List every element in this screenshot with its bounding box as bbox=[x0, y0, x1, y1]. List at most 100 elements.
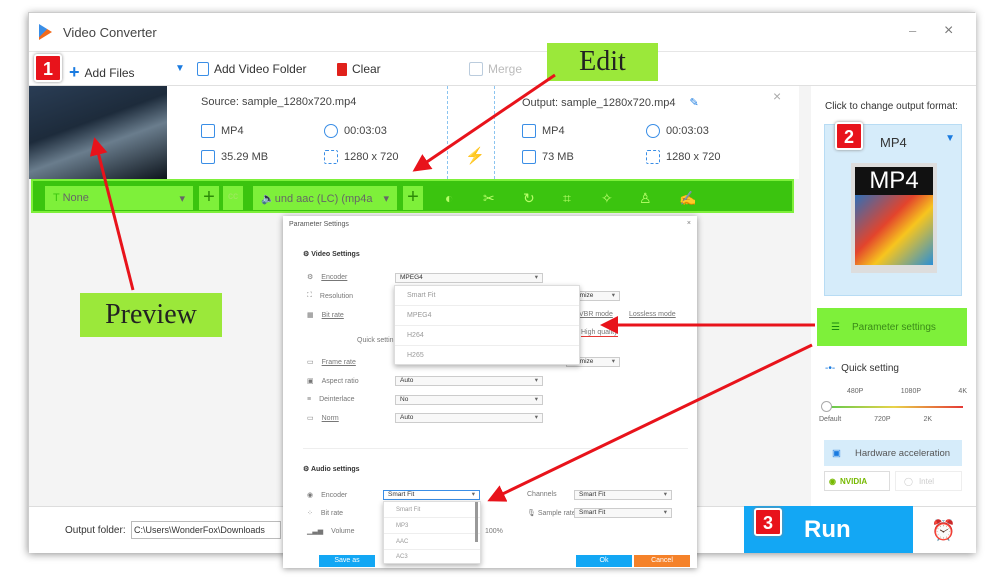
subtitle-select[interactable]: T None ▾ bbox=[45, 186, 193, 210]
aspect-ratio-select[interactable]: Auto bbox=[395, 376, 543, 386]
audio-settings-heading: ⚙ Audio settings bbox=[303, 466, 360, 473]
quick-setting-label: Quick settin bbox=[357, 337, 394, 344]
sample-rate-label: 🎙 Sample rate bbox=[527, 510, 576, 517]
source-duration: 00:03:03 bbox=[324, 124, 387, 138]
vbr-mode-checkbox[interactable]: VBR mode bbox=[579, 311, 613, 318]
microphone-icon: 🎙 bbox=[527, 510, 538, 517]
deinterlace-select[interactable]: No bbox=[395, 395, 543, 405]
mp4-format-icon: MP4 bbox=[851, 163, 937, 273]
add-files-dropdown-icon[interactable]: ▼ bbox=[175, 63, 185, 74]
norm-select[interactable]: Auto bbox=[395, 413, 543, 423]
audio-encoder-select[interactable]: Smart Fit bbox=[383, 490, 480, 500]
add-files-button[interactable]: + Add Files bbox=[69, 62, 135, 83]
video-file-icon bbox=[522, 124, 536, 138]
clock-icon bbox=[324, 124, 338, 138]
tick-480p: 480P bbox=[847, 388, 864, 395]
intel-logo-icon: ◯ bbox=[904, 476, 913, 486]
close-button[interactable]: × bbox=[944, 22, 953, 40]
hardware-acceleration-button[interactable]: ▣ Hardware acceleration bbox=[824, 440, 962, 466]
alarm-clock-icon[interactable]: ⏰ bbox=[931, 518, 956, 543]
step-2-badge: 2 bbox=[835, 122, 863, 150]
source-name: Source: sample_1280x720.mp4 bbox=[201, 96, 357, 108]
high-quality-label: High quality bbox=[581, 329, 618, 337]
encoder-option[interactable]: H265 bbox=[395, 346, 579, 365]
effects-icon[interactable]: ◐ bbox=[445, 190, 453, 206]
title-bar: Video Converter – × bbox=[29, 13, 976, 51]
bitrate-icon: ▦ bbox=[307, 312, 314, 319]
tick-1080p: 1080P bbox=[900, 388, 922, 395]
audio-encoder-option[interactable]: Smart Fit bbox=[384, 502, 480, 518]
add-files-label: Add Files bbox=[84, 65, 135, 80]
encoder-option[interactable]: H264 bbox=[395, 326, 579, 346]
nvidia-logo-icon: ◉ bbox=[829, 476, 836, 486]
toolbar: + Add Files ▼ Add Video Folder Clear Merg… bbox=[29, 51, 976, 86]
video-settings-icon: ⚙ bbox=[303, 251, 312, 258]
audio-track-select[interactable]: 🔈und aac (LC) (mp4a ▾ bbox=[253, 186, 397, 210]
add-audio-button[interactable]: + bbox=[403, 186, 423, 210]
ok-button[interactable]: Ok bbox=[576, 555, 632, 567]
tick-4k: 4K bbox=[958, 388, 967, 395]
plus-icon: + bbox=[69, 62, 80, 82]
text-icon: T bbox=[53, 192, 63, 204]
minimize-button[interactable]: – bbox=[909, 23, 916, 38]
trim-scissors-icon[interactable]: ✂ bbox=[483, 190, 495, 207]
sliders-icon: ☰ bbox=[831, 321, 840, 333]
rotate-icon[interactable]: ↻ bbox=[523, 190, 535, 207]
slider-icon: -•- bbox=[825, 363, 836, 374]
video-preview-thumbnail[interactable] bbox=[29, 86, 167, 179]
step-3-badge: 3 bbox=[754, 508, 782, 536]
encoder-icon: ⚙ bbox=[307, 274, 314, 281]
file-icon bbox=[201, 150, 215, 164]
nvidia-option[interactable]: ◉ NVIDIA bbox=[824, 471, 890, 491]
tick-720p: 720P bbox=[874, 416, 891, 423]
channels-label: Channels bbox=[527, 491, 557, 498]
window-title: Video Converter bbox=[63, 24, 157, 40]
audio-encoder-option[interactable]: AAC bbox=[384, 534, 480, 550]
app-logo-icon bbox=[39, 24, 52, 40]
merge-button[interactable]: Merge bbox=[469, 62, 522, 76]
dropdown-scrollbar[interactable] bbox=[475, 502, 478, 542]
add-video-folder-button[interactable]: Add Video Folder bbox=[197, 62, 307, 76]
save-as-button[interactable]: Save as bbox=[319, 555, 375, 567]
lossless-mode-checkbox[interactable]: Lossless mode bbox=[629, 311, 676, 318]
tick-2k: 2K bbox=[923, 416, 933, 423]
metadata-icon[interactable]: ✍ bbox=[679, 190, 696, 207]
source-resolution: 1280 x 720 bbox=[324, 150, 398, 164]
video-file-icon bbox=[201, 124, 215, 138]
parameter-settings-button[interactable]: ☰ Parameter settings bbox=[817, 308, 967, 346]
slider-handle[interactable] bbox=[821, 401, 832, 412]
audio-encoder-option[interactable]: AC3 bbox=[384, 550, 480, 564]
deinterlace-icon: ≡ bbox=[307, 396, 312, 403]
video-encoder-select[interactable]: MPEG4 bbox=[395, 273, 543, 283]
add-video-folder-label: Add Video Folder bbox=[214, 62, 307, 76]
intel-option[interactable]: ◯ Intel bbox=[895, 471, 962, 491]
clock-icon bbox=[646, 124, 660, 138]
watermark-icon[interactable]: ♙ bbox=[639, 190, 652, 207]
crop-icon[interactable]: ⌗ bbox=[563, 190, 571, 207]
dialog-close-button[interactable]: × bbox=[687, 220, 691, 227]
magic-wand-icon[interactable]: ✧ bbox=[601, 190, 613, 207]
source-format: MP4 bbox=[201, 124, 244, 138]
section-divider bbox=[303, 448, 688, 449]
cancel-button[interactable]: Cancel bbox=[634, 555, 690, 567]
encoder-option[interactable]: Smart Fit bbox=[395, 286, 579, 306]
encoder-label: Encoder bbox=[321, 273, 348, 281]
cc-icon[interactable]: cc bbox=[223, 186, 243, 210]
encoder-option[interactable]: MPEG4 bbox=[395, 306, 579, 326]
quality-slider[interactable] bbox=[825, 406, 963, 408]
sample-rate-select[interactable]: Smart Fit bbox=[574, 508, 672, 518]
output-folder-input[interactable]: C:\Users\WonderFox\Downloads bbox=[131, 521, 281, 539]
output-resolution: 1280 x 720 bbox=[646, 150, 720, 164]
file-icon bbox=[522, 150, 536, 164]
add-subtitle-button[interactable]: + bbox=[199, 186, 219, 210]
audio-encoder-dropdown-menu: Smart Fit MP3 AAC AC3 bbox=[383, 501, 481, 564]
audio-encoder-option[interactable]: MP3 bbox=[384, 518, 480, 534]
parameter-settings-dialog: Parameter Settings × ⚙ Video Settings ⚙ E… bbox=[283, 216, 697, 568]
file-item[interactable]: Source: sample_1280x720.mp4 MP4 00:03:03… bbox=[29, 86, 799, 179]
remove-file-button[interactable]: × bbox=[773, 88, 781, 104]
source-size: 35.29 MB bbox=[201, 150, 268, 164]
monitor-icon: ▭ bbox=[307, 415, 314, 422]
edit-pencil-icon[interactable]: ✎ bbox=[690, 96, 699, 109]
channels-select[interactable]: Smart Fit bbox=[574, 490, 672, 500]
clear-button[interactable]: Clear bbox=[337, 62, 381, 76]
